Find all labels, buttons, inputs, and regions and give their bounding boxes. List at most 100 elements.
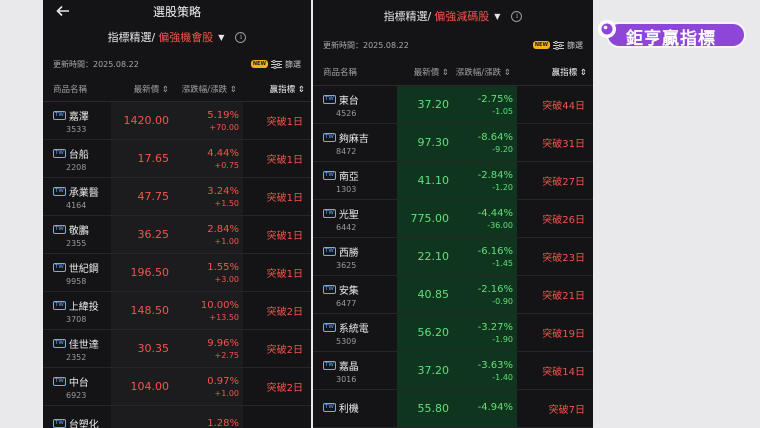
table-row[interactable]: TW 上緯投 3708 148.50 10.00% +13.50 突破2日: [43, 292, 311, 330]
strategy-selector[interactable]: 指標精選/偏強減碼股 ▼ i: [313, 0, 593, 32]
change-percent: 1.28%: [207, 418, 239, 428]
name-cell: TW 西勝 3625: [313, 238, 397, 275]
col-signal[interactable]: 贏指標 ⇕: [517, 66, 593, 78]
table-row[interactable]: TW 夠麻吉 8472 97.30 -8.64% -9.20 突破31日: [313, 124, 593, 162]
name-cell: TW 利機: [313, 390, 397, 427]
stock-code: 1303: [336, 184, 357, 194]
name-cell: TW 佳世達 2352: [43, 330, 111, 367]
col-change[interactable]: 漲跌幅/漲跌 ⇕: [455, 66, 517, 78]
back-arrow-icon[interactable]: [55, 3, 71, 19]
table-row[interactable]: TW 承業醫 4164 47.75 3.24% +1.50 突破1日: [43, 178, 311, 216]
table-row[interactable]: TW 嘉澤 3533 1420.00 5.19% +70.00 突破1日: [43, 102, 311, 140]
change-percent: -3.63%: [477, 359, 513, 371]
stock-code: 2352: [66, 352, 87, 362]
stock-name: 台船: [68, 149, 89, 161]
table-row[interactable]: TW 世紀鋼 9958 196.50 1.55% +3.00 突破1日: [43, 254, 311, 292]
signal-cell: 突破14日: [517, 352, 593, 389]
change-percent: 1.55%: [207, 261, 239, 273]
table-row[interactable]: TW 中台 6923 104.00 0.97% +1.00 突破2日: [43, 368, 311, 406]
change-value: -1.45: [492, 258, 513, 268]
change-percent: -6.16%: [477, 245, 513, 257]
stock-price: 97.30: [417, 136, 450, 149]
table-row[interactable]: TW 系統電 5309 56.20 -3.27% -1.90 突破19日: [313, 314, 593, 352]
table-row[interactable]: TW 台船 2208 17.65 4.44% +0.75 突破1日: [43, 140, 311, 178]
price-cell: 30.35: [111, 330, 175, 367]
table-header: 商品名稱 最新價 ⇕ 漲跌幅/漲跌 ⇕ 贏指標 ⇕: [43, 76, 311, 102]
stock-code: 3625: [336, 260, 357, 270]
price-cell: 148.50: [111, 292, 175, 329]
selector-strategy: 偏強機會股: [158, 31, 214, 44]
strategy-selector[interactable]: 指標精選/偏強機會股 ▼ i: [43, 22, 311, 52]
change-percent: -4.94%: [477, 402, 513, 413]
table-row[interactable]: TW 光聖 6442 775.00 -4.44% -36.00 突破26日: [313, 200, 593, 238]
stock-price: 56.20: [417, 326, 450, 339]
change-value: -1.90: [492, 334, 513, 344]
stock-price: 47.75: [137, 190, 170, 203]
price-cell: 41.10: [397, 162, 455, 199]
change-value: -0.90: [492, 296, 513, 306]
page-title: 選股策略: [152, 4, 201, 19]
stock-name: 夠麻吉: [338, 133, 369, 145]
col-name[interactable]: 商品名稱: [313, 66, 397, 78]
price-cell: 196.50: [111, 254, 175, 291]
filter-button[interactable]: NEW 篩選: [250, 59, 301, 70]
signal-text: 突破19日: [542, 329, 585, 340]
signal-text: 突破1日: [266, 117, 303, 128]
col-change[interactable]: 漲跌幅/漲跌 ⇕: [175, 83, 243, 95]
stock-name: 安集: [338, 285, 359, 297]
col-price[interactable]: 最新價 ⇕: [397, 66, 455, 78]
signal-cell: 突破1日: [243, 216, 311, 253]
price-cell: 37.20: [397, 86, 455, 123]
update-row: 更新時間：2025.08.22 NEW 篩選: [313, 32, 593, 58]
col-price[interactable]: 最新價 ⇕: [111, 83, 175, 95]
stock-code: 3533: [66, 124, 87, 134]
info-icon[interactable]: i: [235, 31, 247, 43]
signal-cell: 突破44日: [517, 86, 593, 123]
table-row[interactable]: TW 西勝 3625 22.10 -6.16% -1.45 突破23日: [313, 238, 593, 276]
stock-list: TW 嘉澤 3533 1420.00 5.19% +70.00 突破1日 TW 台船 2208 17…: [43, 102, 311, 428]
filter-button[interactable]: NEW 篩選: [532, 40, 583, 51]
stock-name: 利機: [338, 404, 359, 415]
table-row[interactable]: TW 南亞 1303 41.10 -2.84% -1.20 突破27日: [313, 162, 593, 200]
change-cell: -2.16% -0.90: [455, 276, 517, 313]
logo-text: 鉅亨贏指標: [626, 29, 716, 49]
signal-cell: 突破1日: [243, 102, 311, 139]
signal-text: 突破7日: [548, 405, 585, 416]
col-signal[interactable]: 贏指標 ⇕: [243, 83, 311, 95]
table-row[interactable]: TW 台塑化 1.28%: [43, 406, 311, 428]
signal-text: 突破23日: [542, 253, 585, 264]
name-cell: TW 南亞 1303: [313, 162, 397, 199]
col-name[interactable]: 商品名稱: [43, 83, 111, 95]
change-value: +0.75: [214, 160, 239, 170]
tw-market-badge: TW: [323, 403, 336, 412]
stock-price: 17.65: [137, 152, 170, 165]
table-row[interactable]: TW 敬鵬 2355 36.25 2.84% +1.00 突破1日: [43, 216, 311, 254]
signal-cell: 突破7日: [517, 390, 593, 427]
table-row[interactable]: TW 佳世達 2352 30.35 9.96% +2.75 突破2日: [43, 330, 311, 368]
change-cell: 5.19% +70.00: [175, 102, 243, 139]
table-row[interactable]: TW 嘉晶 3016 37.20 -3.63% -1.40 突破14日: [313, 352, 593, 390]
tw-market-badge: TW: [53, 338, 66, 348]
signal-cell: 突破1日: [243, 254, 311, 291]
name-cell: TW 承業醫 4164: [43, 178, 111, 215]
change-value: -1.20: [492, 182, 513, 192]
tw-market-badge: TW: [53, 148, 66, 158]
table-row[interactable]: TW 安集 6477 40.85 -2.16% -0.90 突破21日: [313, 276, 593, 314]
filter-label: 篩選: [567, 40, 583, 50]
change-cell: -4.44% -36.00: [455, 200, 517, 237]
stock-code: 4526: [336, 108, 357, 118]
stock-code: 2208: [66, 162, 87, 172]
change-cell: 1.55% +3.00: [175, 254, 243, 291]
change-value: -1.05: [492, 106, 513, 116]
stock-code: 3016: [336, 374, 357, 384]
signal-text: 突破27日: [542, 177, 585, 188]
info-icon[interactable]: i: [511, 10, 523, 22]
filter-sliders-icon: [553, 40, 564, 50]
stock-name: 系統電: [338, 323, 369, 335]
signal-cell: 突破21日: [517, 276, 593, 313]
change-percent: -2.75%: [477, 93, 513, 105]
table-row[interactable]: TW 東台 4526 37.20 -2.75% -1.05 突破44日: [313, 86, 593, 124]
name-cell: TW 上緯投 3708: [43, 292, 111, 329]
table-row[interactable]: TW 利機 55.80 -4.94% 突破7日: [313, 390, 593, 428]
magnifier-logo-icon: [598, 20, 616, 38]
